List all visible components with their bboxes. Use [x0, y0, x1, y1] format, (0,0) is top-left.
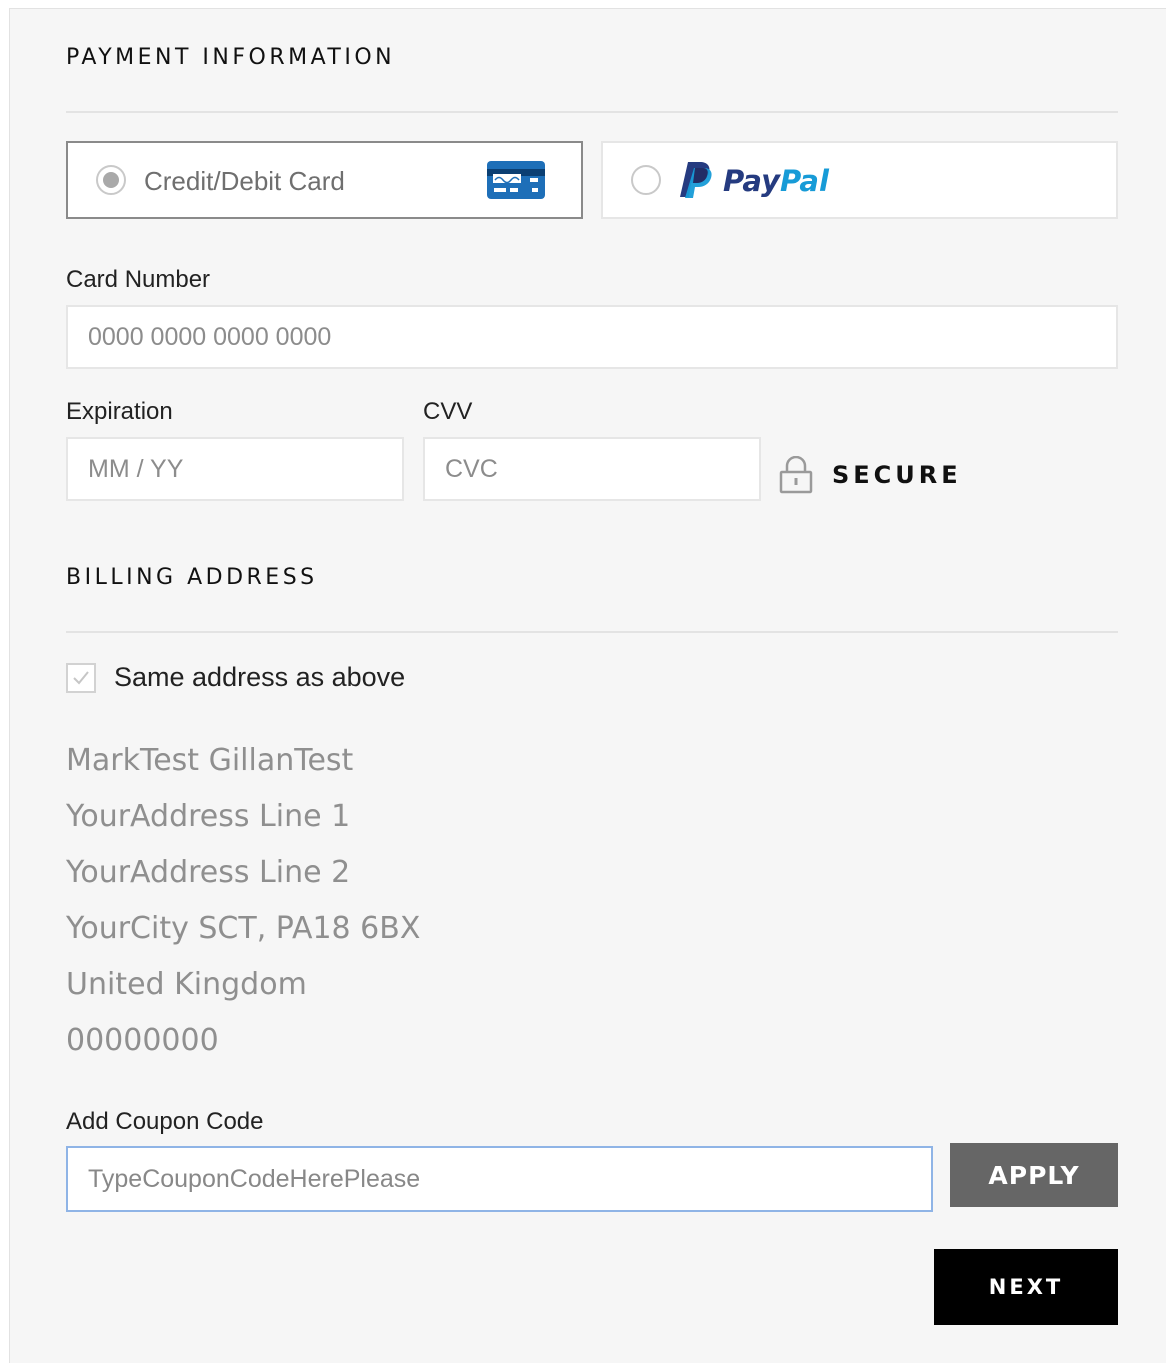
paypal-p-icon — [679, 161, 713, 204]
payment-section-title: PAYMENT INFORMATION — [66, 45, 396, 70]
credit-card-radio[interactable] — [96, 165, 126, 195]
cvv-input[interactable] — [423, 437, 761, 501]
address-city: YourCity SCT, PA18 6BX — [66, 911, 421, 946]
same-address-checkbox[interactable] — [66, 663, 96, 693]
credit-card-label: Credit/Debit Card — [144, 166, 345, 196]
card-number-input[interactable] — [66, 305, 1118, 369]
next-button[interactable]: NEXT — [934, 1249, 1118, 1325]
paypal-logo-pal: Pal — [779, 164, 829, 198]
paypal-logo-text: PayPal — [723, 164, 829, 198]
expiration-label: Expiration — [66, 398, 173, 425]
paypal-logo-pay: Pay — [723, 164, 780, 198]
address-line-1: YourAddress Line 1 — [66, 799, 351, 834]
secure-label: SECURE — [832, 461, 962, 489]
billing-divider — [66, 631, 1118, 633]
address-country: United Kingdom — [66, 967, 307, 1002]
billing-section-title: BILLING ADDRESS — [66, 565, 318, 590]
lock-icon — [779, 455, 813, 499]
checkmark-icon — [73, 671, 89, 685]
paypal-radio[interactable] — [631, 165, 661, 195]
credit-card-option[interactable]: Credit/Debit Card — [66, 141, 583, 219]
card-number-label: Card Number — [66, 266, 211, 293]
address-phone: 00000000 — [66, 1023, 219, 1058]
address-name: MarkTest GillanTest — [66, 743, 354, 778]
address-line-2: YourAddress Line 2 — [66, 855, 351, 890]
apply-button[interactable]: APPLY — [950, 1143, 1118, 1207]
expiration-input[interactable] — [66, 437, 404, 501]
credit-card-icon — [486, 160, 546, 205]
coupon-input[interactable] — [66, 1146, 933, 1212]
payment-divider — [66, 111, 1118, 113]
cvv-label: CVV — [423, 398, 473, 425]
coupon-label: Add Coupon Code — [66, 1108, 264, 1135]
same-address-label[interactable]: Same address as above — [114, 662, 405, 693]
paypal-option[interactable]: PayPal — [601, 141, 1118, 219]
